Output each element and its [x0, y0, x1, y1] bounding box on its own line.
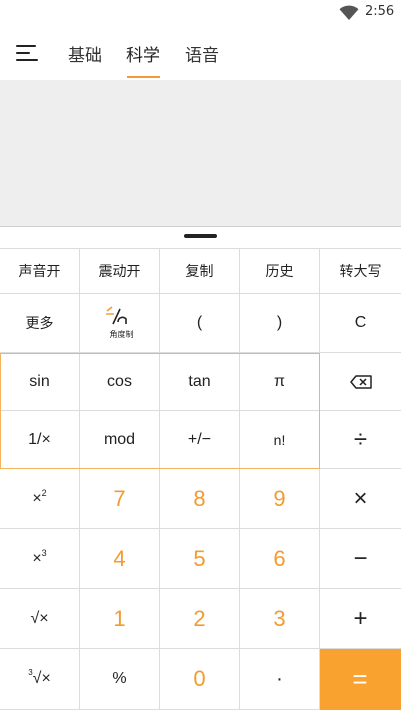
active-tab-indicator [127, 76, 160, 78]
backspace-icon [349, 374, 372, 389]
vibration-toggle-button[interactable]: 震动开 [80, 248, 160, 294]
angle-icon [105, 306, 127, 325]
sin-button[interactable]: sin [0, 353, 80, 411]
digit-7-button[interactable]: 7 [80, 469, 160, 529]
decimal-point-button[interactable]: · [240, 649, 320, 710]
digit-2-button[interactable]: 2 [160, 589, 240, 649]
digit-3-button[interactable]: 3 [240, 589, 320, 649]
negate-button[interactable]: +/− [160, 411, 240, 469]
pi-button[interactable]: π [240, 353, 320, 411]
digit-5-button[interactable]: 5 [160, 529, 240, 589]
status-time: 2:56 [365, 4, 395, 19]
sound-toggle-button[interactable]: 声音开 [0, 248, 80, 294]
clear-button[interactable]: C [320, 294, 401, 353]
percent-button[interactable]: % [80, 649, 160, 710]
minus-button[interactable]: − [320, 529, 401, 589]
cube-root-button[interactable]: 3√× [0, 649, 80, 710]
multiply-button[interactable]: × [320, 469, 401, 529]
right-paren-button[interactable]: ) [240, 294, 320, 353]
equals-button[interactable]: = [320, 649, 401, 710]
factorial-button[interactable]: n! [240, 411, 320, 469]
wifi-icon [339, 5, 359, 20]
divide-button[interactable]: ÷ [320, 411, 401, 469]
hamburger-menu-icon[interactable] [16, 44, 40, 64]
reciprocal-button[interactable]: 1/× [0, 411, 80, 469]
square-root-button[interactable]: √× [0, 589, 80, 649]
digit-4-button[interactable]: 4 [80, 529, 160, 589]
digit-9-button[interactable]: 9 [240, 469, 320, 529]
drag-handle[interactable] [184, 234, 217, 238]
backspace-button[interactable] [320, 353, 401, 411]
mod-button[interactable]: mod [80, 411, 160, 469]
tan-button[interactable]: tan [160, 353, 240, 411]
digit-1-button[interactable]: 1 [80, 589, 160, 649]
angle-mode-label: 角度制 [109, 330, 134, 339]
top-navigation: 基础 科学 语音 [0, 26, 401, 80]
calculator-display [0, 80, 401, 226]
cube-button[interactable]: ×3 [0, 529, 80, 589]
digit-6-button[interactable]: 6 [240, 529, 320, 589]
keypad: 声音开 震动开 复制 历史 转大写 更多 角度制 ( ) C sin cos t… [0, 248, 401, 710]
keypad-divider [0, 226, 401, 248]
tab-basic[interactable]: 基础 [68, 41, 102, 66]
angle-mode-button[interactable]: 角度制 [80, 294, 160, 353]
plus-button[interactable]: + [320, 589, 401, 649]
square-button[interactable]: ×2 [0, 469, 80, 529]
to-uppercase-button[interactable]: 转大写 [320, 248, 401, 294]
tab-scientific[interactable]: 科学 [126, 41, 160, 66]
digit-0-button[interactable]: 0 [160, 649, 240, 710]
more-button[interactable]: 更多 [0, 294, 80, 353]
digit-8-button[interactable]: 8 [160, 469, 240, 529]
left-paren-button[interactable]: ( [160, 294, 240, 353]
history-button[interactable]: 历史 [240, 248, 320, 294]
cos-button[interactable]: cos [80, 353, 160, 411]
status-bar: 2:56 [0, 0, 401, 26]
copy-button[interactable]: 复制 [160, 248, 240, 294]
tab-voice[interactable]: 语音 [185, 41, 219, 66]
